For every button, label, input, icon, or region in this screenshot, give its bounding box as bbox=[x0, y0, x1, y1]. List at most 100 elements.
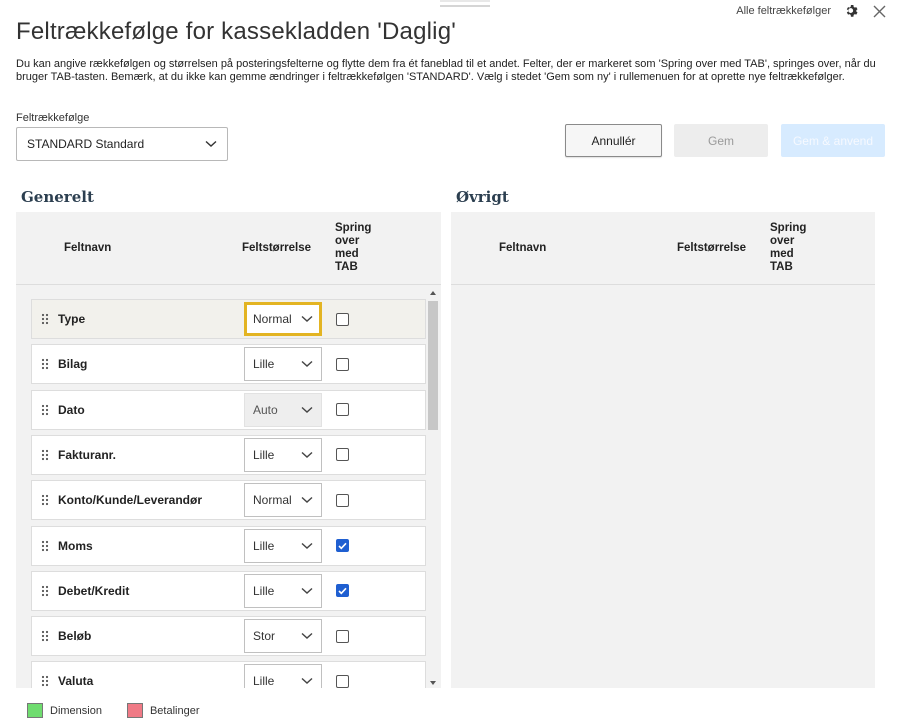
field-row[interactable]: Fakturanr. Lille bbox=[31, 434, 426, 475]
gear-icon[interactable] bbox=[845, 4, 859, 18]
fields-scrollbar[interactable] bbox=[428, 288, 439, 688]
cancel-button[interactable]: Annullér bbox=[565, 124, 662, 157]
legend: Dimension Betalinger bbox=[27, 703, 225, 718]
skip-header-line: over bbox=[335, 235, 360, 247]
chevron-down-icon bbox=[301, 542, 313, 549]
field-size-value: Normal bbox=[253, 312, 292, 326]
field-size-select[interactable]: Stor bbox=[244, 619, 322, 654]
drag-handle-icon[interactable] bbox=[32, 358, 58, 370]
drag-handle-icon[interactable] bbox=[32, 494, 58, 506]
skip-tab-checkbox[interactable] bbox=[336, 403, 349, 417]
field-size-select[interactable]: Lille bbox=[244, 347, 322, 382]
field-order-select[interactable]: STANDARD Standard bbox=[16, 127, 228, 161]
legend-swatch bbox=[126, 703, 143, 718]
column-header-name: Feltnavn bbox=[64, 242, 112, 254]
chevron-down-icon bbox=[301, 587, 313, 594]
drag-handle-icon[interactable] bbox=[32, 675, 58, 687]
field-name: Moms bbox=[58, 538, 93, 553]
skip-tab-checkbox[interactable] bbox=[336, 584, 349, 598]
all-field-orders-link[interactable]: Alle feltrækkefølger bbox=[736, 5, 831, 17]
field-name: Konto/Kunde/Leverandør bbox=[58, 493, 203, 508]
other-fields-panel: Feltnavn Feltstørrelse Spring over med T… bbox=[451, 212, 875, 688]
skip-tab-checkbox[interactable] bbox=[336, 674, 349, 688]
legend-item: Dimension bbox=[27, 703, 102, 718]
scrollbar-thumb[interactable] bbox=[428, 301, 438, 430]
field-row[interactable]: Valuta Lille bbox=[31, 661, 426, 688]
drag-handle-icon[interactable] bbox=[32, 313, 58, 325]
scroll-up-icon[interactable] bbox=[430, 291, 436, 295]
drag-handle-icon[interactable] bbox=[32, 585, 58, 597]
drag-handle-icon[interactable] bbox=[32, 449, 58, 461]
skip-tab-checkbox[interactable] bbox=[336, 629, 349, 643]
skip-header-line: med bbox=[335, 248, 359, 260]
field-size-select[interactable]: Lille bbox=[244, 664, 322, 688]
column-header-skip-tab: Spring over med TAB bbox=[770, 222, 806, 274]
checkmark-icon bbox=[338, 587, 347, 595]
legend-label: Betalinger bbox=[149, 704, 200, 717]
chevron-down-icon bbox=[205, 140, 217, 147]
scroll-down-icon[interactable] bbox=[430, 681, 436, 685]
field-name: Beløb bbox=[58, 629, 92, 644]
checkmark-icon bbox=[338, 542, 347, 549]
field-row[interactable]: Beløb Stor bbox=[31, 616, 426, 657]
field-size-value: Stor bbox=[253, 629, 276, 644]
general-fields-list: Type Normal Bilag Lille Dato Auto Fakturanr. Li… bbox=[31, 299, 428, 688]
skip-tab-checkbox[interactable] bbox=[336, 312, 349, 326]
header-divider bbox=[451, 284, 875, 285]
save-and-apply-button[interactable]: Gem & anvend bbox=[781, 124, 885, 157]
legend-swatch bbox=[27, 703, 43, 718]
chevron-down-icon bbox=[301, 497, 313, 504]
field-row[interactable]: Type Normal bbox=[31, 299, 426, 339]
skip-header-line: TAB bbox=[770, 261, 793, 273]
skip-tab-checkbox[interactable] bbox=[336, 539, 349, 552]
field-size-select[interactable]: Lille bbox=[244, 573, 322, 608]
page-description: Du kan angive rækkefølgen og størrelsen … bbox=[16, 58, 876, 83]
save-button[interactable]: Gem bbox=[674, 124, 768, 157]
window-toolbar: Alle feltrækkefølger bbox=[736, 4, 886, 18]
drag-handle-icon[interactable] bbox=[32, 540, 58, 552]
field-size-value: Lille bbox=[253, 583, 275, 598]
close-icon[interactable] bbox=[873, 5, 886, 18]
field-row[interactable]: Konto/Kunde/Leverandør Normal bbox=[31, 480, 426, 521]
field-name: Bilag bbox=[58, 357, 88, 372]
column-header-size: Feltstørrelse bbox=[242, 242, 312, 254]
chevron-down-icon bbox=[301, 406, 313, 413]
column-header-name: Feltnavn bbox=[499, 242, 547, 254]
chevron-down-icon bbox=[301, 451, 313, 458]
window-drag-handle[interactable] bbox=[440, 0, 490, 7]
skip-header-line: TAB bbox=[335, 261, 358, 273]
section-title-general: Generelt bbox=[21, 188, 94, 206]
legend-label: Dimension bbox=[50, 704, 102, 717]
skip-tab-checkbox[interactable] bbox=[336, 448, 349, 462]
field-order-label: Feltrækkefølge bbox=[16, 112, 90, 124]
chevron-down-icon bbox=[301, 633, 313, 640]
drag-handle-icon[interactable] bbox=[32, 630, 58, 642]
drag-handle-icon[interactable] bbox=[32, 404, 58, 416]
field-row[interactable]: Bilag Lille bbox=[31, 344, 426, 385]
field-size-value: Auto bbox=[253, 402, 278, 417]
field-order-value: STANDARD Standard bbox=[27, 137, 145, 151]
section-title-other: Øvrigt bbox=[456, 188, 509, 206]
field-size-select[interactable]: Lille bbox=[244, 437, 322, 472]
header-divider bbox=[16, 284, 441, 285]
field-row[interactable]: Dato Auto bbox=[31, 389, 426, 430]
field-size-value: Lille bbox=[253, 357, 275, 372]
column-header-size: Feltstørrelse bbox=[677, 242, 747, 254]
field-size-select[interactable]: Normal bbox=[244, 302, 322, 336]
skip-tab-checkbox[interactable] bbox=[336, 357, 349, 371]
field-size-select[interactable]: Normal bbox=[244, 483, 322, 518]
field-row[interactable]: Moms Lille bbox=[31, 525, 426, 566]
skip-tab-checkbox[interactable] bbox=[336, 493, 349, 507]
page-title: Feltrækkefølge for kassekladden 'Daglig' bbox=[16, 18, 457, 45]
field-size-select[interactable]: Lille bbox=[244, 528, 322, 563]
field-size-value: Normal bbox=[253, 493, 292, 508]
field-name: Dato bbox=[58, 402, 85, 417]
field-name: Fakturanr. bbox=[58, 447, 117, 462]
general-fields-panel: Feltnavn Feltstørrelse Spring over med T… bbox=[16, 212, 441, 688]
column-header-skip-tab: Spring over med TAB bbox=[335, 222, 371, 274]
skip-header-line: over bbox=[770, 235, 795, 247]
field-row[interactable]: Debet/Kredit Lille bbox=[31, 570, 426, 611]
skip-header-line: med bbox=[770, 248, 794, 260]
field-size-value: Lille bbox=[253, 674, 275, 688]
chevron-down-icon bbox=[301, 315, 313, 322]
